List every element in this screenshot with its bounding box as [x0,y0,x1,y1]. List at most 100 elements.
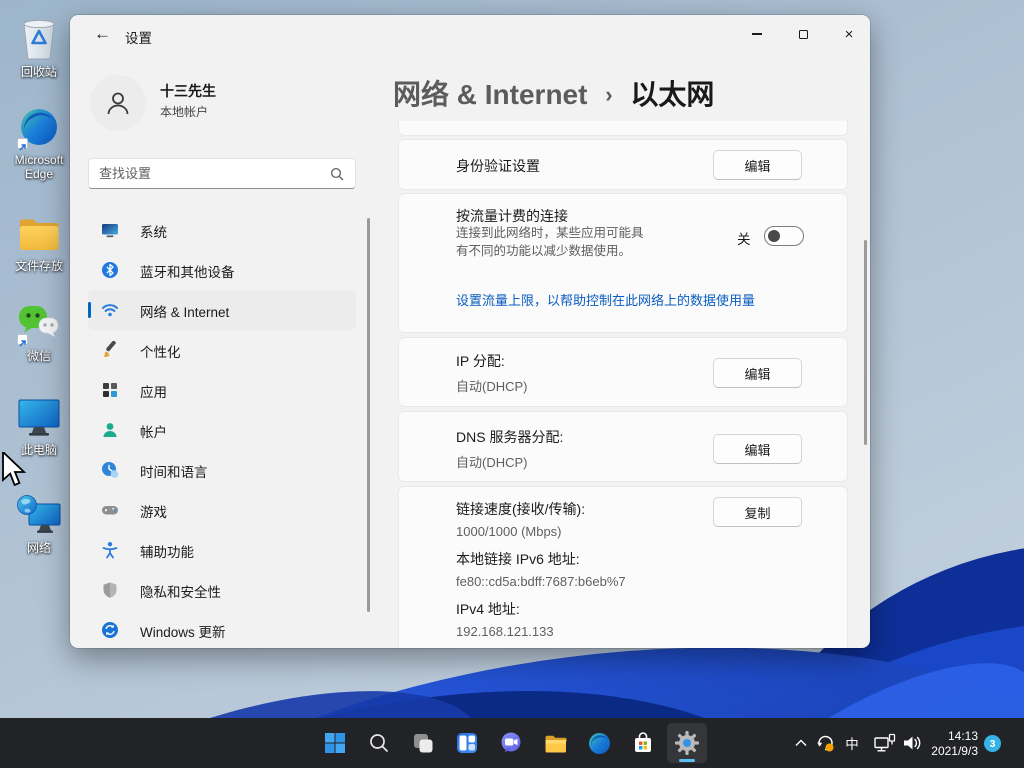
shield-icon [101,581,119,599]
store-button[interactable] [623,723,663,763]
desktop-icon-wechat[interactable]: 微信 [5,300,73,363]
sidebar-item-gaming[interactable]: 游戏 [88,490,356,530]
edge-icon [16,104,62,151]
task-view-button[interactable] [403,723,443,763]
titlebar[interactable]: ← 设置 × [70,15,870,53]
maximize-button[interactable] [780,17,826,51]
edge-icon [588,732,610,754]
active-app-indicator [679,759,695,762]
copy-button[interactable]: 复制 [713,497,802,527]
apps-icon [101,381,119,399]
desktop-icon-label: 回收站 [20,65,57,79]
sidebar-item-privacy-security[interactable]: 隐私和安全性 [88,570,356,610]
ip-edit-button[interactable]: 编辑 [713,358,802,388]
link-speed-value: 1000/1000 (Mbps) [456,524,562,539]
sidebar-item-label: 游戏 [140,505,167,520]
link-speed-label: 链接速度(接收/传输): [456,501,586,517]
card-dns-assignment: DNS 服务器分配: 自动(DHCP) 编辑 [398,411,848,482]
wechat-icon [16,300,62,347]
sidebar-item-apps[interactable]: 应用 [88,370,356,410]
settings-window: ← 设置 × 十三先生 本地帐户 系统 [70,15,870,648]
wifi-icon [101,301,119,319]
close-icon: × [844,25,854,43]
sidebar-item-network-internet[interactable]: 网络 & Internet [88,290,356,330]
network-icon [16,492,62,538]
selected-accent-bar [88,302,91,318]
card-partial-top [398,121,848,136]
accessibility-icon [101,541,119,559]
desktop-icon-label: 文件存放 [14,259,63,273]
data-limit-link[interactable]: 设置流量上限，以帮助控制在此网络上的数据使用量 [456,290,755,309]
tray-clock[interactable]: 14:13 2021/9/3 [931,729,978,759]
card-ip-assignment: IP 分配: 自动(DHCP) 编辑 [398,337,848,407]
metered-title: 按流量计费的连接 [456,208,568,224]
bluetooth-icon [101,261,119,279]
dns-edit-button[interactable]: 编辑 [713,434,802,464]
card-authentication: 身份验证设置 编辑 [398,139,848,190]
avatar[interactable] [90,75,146,131]
minimize-button[interactable] [734,17,780,51]
sidebar-item-label: 蓝牙和其他设备 [140,265,235,280]
sidebar-item-bluetooth-devices[interactable]: 蓝牙和其他设备 [88,250,356,290]
search-input[interactable] [99,159,324,188]
tray-volume-icon[interactable] [900,731,924,755]
sidebar-scrollbar[interactable] [367,218,370,612]
ipv4-value: 192.168.121.133 [456,624,554,639]
sidebar-item-accessibility[interactable]: 辅助功能 [88,530,356,570]
breadcrumb-parent[interactable]: 网络 & Internet [393,79,587,110]
taskbar-search-button[interactable] [359,723,399,763]
ipv6-value: fe80::cd5a:bdff:7687:b6eb%7 [456,574,626,589]
sidebar-item-windows-update[interactable]: Windows 更新 [88,610,356,648]
chat-icon [501,732,521,753]
desktop-icon-this-pc[interactable]: 此电脑 [5,394,73,457]
gamepad-icon [101,501,119,519]
ipv4-label: IPv4 地址: [456,601,520,617]
widgets-icon [457,733,477,753]
tray-date: 2021/9/3 [931,744,978,758]
desktop-icon-recycle-bin[interactable]: 回收站 [5,16,73,79]
tray-ime-indicator[interactable]: 中 [841,731,863,755]
store-icon [635,732,651,752]
sidebar-item-system[interactable]: 系统 [88,210,356,250]
clock-icon [101,461,119,479]
settings-gear-icon [675,731,699,755]
start-button[interactable] [315,723,355,763]
user-account-type: 本地帐户 [160,105,209,119]
close-button[interactable]: × [826,17,870,51]
search-box[interactable] [88,158,356,189]
card-metered-connection: 按流量计费的连接 连接到此网络时，某些应用可能具有不同的功能以减少数据使用。 关… [398,193,848,333]
desktop-icon-label: 网络 [26,541,51,555]
sidebar-item-time-language[interactable]: 时间和语言 [88,450,356,490]
notification-badge[interactable]: 3 [984,735,1001,752]
tray-sync-icon[interactable] [813,731,837,755]
ipv6-label: 本地链接 IPv6 地址: [456,551,580,567]
system-icon [101,221,119,239]
content-scrollbar[interactable] [864,240,867,445]
toggle-knob-icon [768,230,780,242]
sidebar-item-label: 时间和语言 [140,465,208,480]
chat-button[interactable] [491,723,531,763]
page-title: 以太网 [630,79,715,110]
file-explorer-button[interactable] [535,723,575,763]
settings-button[interactable] [667,723,707,763]
maximize-icon [798,29,808,39]
desktop-icon-file-storage[interactable]: 文件存放 [5,210,73,273]
desktop-icon-microsoft-edge[interactable]: Microsoft Edge [5,104,73,181]
tray-chevron-up-icon[interactable] [791,731,811,755]
sidebar-item-label: 应用 [140,385,167,400]
windows-logo-icon [325,733,345,753]
auth-edit-button[interactable]: 编辑 [713,150,802,180]
sidebar-item-accounts[interactable]: 帐户 [88,410,356,450]
search-icon [370,734,388,752]
widgets-button[interactable] [447,723,487,763]
sidebar-item-personalization[interactable]: 个性化 [88,330,356,370]
search-icon [330,167,344,186]
back-button[interactable]: ← [94,24,111,44]
breadcrumb-separator: › [605,82,613,107]
this-pc-icon [16,394,62,440]
tray-network-icon[interactable] [872,731,898,755]
shortcut-arrow-icon [17,334,28,347]
edge-button[interactable] [579,723,619,763]
desktop-icon-network[interactable]: 网络 [5,492,73,555]
metered-toggle[interactable] [764,226,804,246]
